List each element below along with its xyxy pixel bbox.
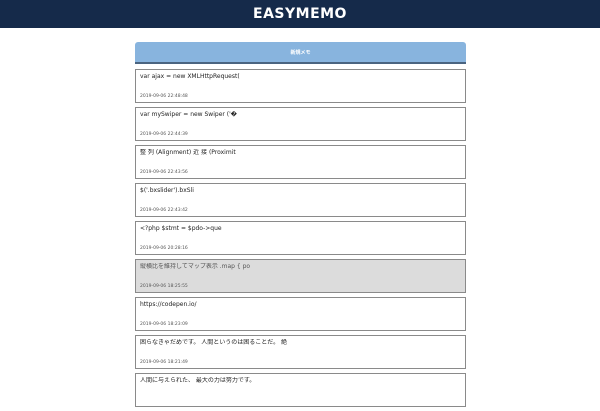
memo-preview-text: 人間に与えられた、 最大の力は努力です。 <box>140 377 256 384</box>
memo-timestamp: 2019-09-06 22:44:39 <box>140 132 188 137</box>
header-bar: EASYMEMO <box>0 0 600 28</box>
memo-item[interactable]: 困らなきゃだめです。 人間というのは困ることだ。 絶 2019-09-06 18… <box>135 335 466 369</box>
memo-timestamp: 2019-09-06 22:43:42 <box>140 208 188 213</box>
app-title: EASYMEMO <box>253 6 347 22</box>
memo-preview-text: 困らなきゃだめです。 人間というのは困ることだ。 絶 <box>140 339 288 346</box>
memo-item-selected[interactable]: 縦横比を維持してマップ表示 .map { po 2019-09-06 18:25… <box>135 259 466 293</box>
memo-list: var ajax = new XMLHttpRequest( 2019-09-0… <box>135 69 466 407</box>
memo-item[interactable]: $('.bxslider').bxSli 2019-09-06 22:43:42 <box>135 183 466 217</box>
memo-timestamp: 2019-09-06 20:28:16 <box>140 246 188 251</box>
memo-timestamp: 2019-09-06 18:25:55 <box>140 284 188 289</box>
memo-preview-text: 縦横比を維持してマップ表示 .map { po <box>140 263 251 270</box>
memo-preview-text: 整 列 (Alignment) 近 接 (Proximit <box>140 149 236 156</box>
memo-item[interactable]: 人間に与えられた、 最大の力は努力です。 <box>135 373 466 407</box>
memo-timestamp: 2019-09-06 22:43:56 <box>140 170 188 175</box>
memo-item[interactable]: 整 列 (Alignment) 近 接 (Proximit 2019-09-06… <box>135 145 466 179</box>
memo-preview-text: <?php $stmt = $pdo->que <box>140 225 222 232</box>
memo-preview-text: https://codepen.io/ <box>140 301 197 308</box>
memo-preview-text: var ajax = new XMLHttpRequest( <box>140 73 240 80</box>
memo-timestamp: 2019-09-06 18:23:09 <box>140 322 188 327</box>
memo-item[interactable]: var mySwiper = new Swiper ('� 2019-09-06… <box>135 107 466 141</box>
memo-item[interactable]: var ajax = new XMLHttpRequest( 2019-09-0… <box>135 69 466 103</box>
memo-preview-text: var mySwiper = new Swiper ('� <box>140 111 237 118</box>
memo-timestamp: 2019-09-06 22:48:48 <box>140 94 188 99</box>
new-memo-button[interactable]: 新規メモ <box>135 42 466 64</box>
memo-item[interactable]: <?php $stmt = $pdo->que 2019-09-06 20:28… <box>135 221 466 255</box>
memo-timestamp: 2019-09-06 18:21:49 <box>140 360 188 365</box>
main-content: 新規メモ var ajax = new XMLHttpRequest( 2019… <box>135 42 466 411</box>
memo-item[interactable]: https://codepen.io/ 2019-09-06 18:23:09 <box>135 297 466 331</box>
memo-preview-text: $('.bxslider').bxSli <box>140 187 194 194</box>
